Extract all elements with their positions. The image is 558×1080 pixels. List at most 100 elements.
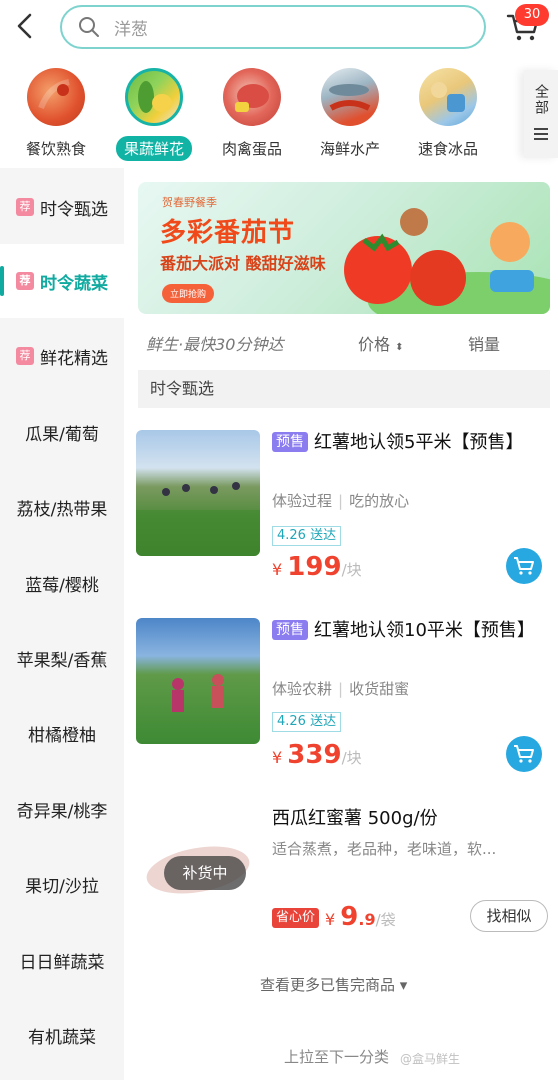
view-more-sold-out-link[interactable]: 查看更多已售完商品 ▾: [260, 974, 407, 995]
add-to-cart-button[interactable]: [506, 736, 542, 772]
find-similar-button[interactable]: 找相似: [470, 900, 548, 932]
product-price: ¥ 339/块: [272, 740, 362, 770]
category-label: 餐饮熟食: [25, 140, 86, 158]
sidebar-item[interactable]: 荐鲜花精选: [0, 319, 124, 393]
price-value: 199: [287, 552, 342, 582]
product-image: 补货中: [136, 806, 260, 932]
sidebar-item[interactable]: 苹果梨/香蕉: [0, 621, 124, 695]
price-value: 9: [340, 902, 359, 932]
sidebar-item-active[interactable]: 荐时令蔬菜: [0, 244, 124, 318]
banner-small-text: 贺春野餐季: [162, 196, 217, 209]
price-unit: /块: [341, 561, 362, 579]
sidebar-item[interactable]: 瓜果/葡萄: [0, 395, 124, 469]
cart-icon: [514, 745, 534, 763]
product-price: ¥ 199/块: [272, 552, 362, 582]
sale-tag: 省心价: [272, 908, 320, 928]
delivery-tag: 4.26 送达: [272, 526, 342, 546]
all-categories-label: 全部: [533, 84, 549, 116]
section-header: 时令甄选: [138, 370, 550, 408]
cart-icon: [514, 557, 534, 575]
sidebar-item[interactable]: 柑橘橙柚: [0, 696, 124, 770]
search-input[interactable]: 洋葱: [60, 5, 486, 49]
promo-banner[interactable]: 贺春野餐季 多彩番茄节 番茄大派对 酸甜好滋味 立即抢购: [138, 182, 550, 314]
category-item[interactable]: 肉禽蛋品: [204, 64, 300, 164]
price-currency: ¥: [272, 560, 283, 579]
sort-sales[interactable]: 销量: [468, 331, 500, 355]
sidebar-item-label: 蓝莓/樱桃: [25, 575, 99, 596]
cart-count-badge: 30: [515, 4, 549, 26]
product-desc-1: 体验过程: [272, 492, 333, 510]
price-unit: /袋: [375, 911, 396, 929]
add-to-cart-button[interactable]: [506, 548, 542, 584]
delivery-filter[interactable]: 鲜生·最快30分钟达: [146, 331, 283, 355]
product-title-text: 红薯地认领5平米【预售】: [314, 432, 524, 453]
category-label: 速食冰品: [417, 140, 478, 158]
category-item[interactable]: 餐饮熟食: [8, 64, 104, 164]
sidebar-item-label: 瓜果/葡萄: [25, 424, 99, 445]
frozen-food-icon: [419, 68, 477, 126]
category-item-active[interactable]: 果蔬鲜花: [106, 64, 202, 164]
product-desc-1: 体验农耕: [272, 680, 333, 698]
recommend-tag: 荐: [16, 347, 34, 365]
product-title: 西瓜红蜜薯 500g/份: [272, 808, 438, 829]
product-card[interactable]: 预售 红薯地认领10平米【预售】 体验农耕 | 收货甜蜜 4.26 送达 ¥ 339/…: [134, 614, 554, 784]
product-image: [136, 430, 260, 556]
sidebar-item[interactable]: 蓝莓/樱桃: [0, 546, 124, 620]
sidebar-item[interactable]: 奇异果/桃李: [0, 772, 124, 846]
price-currency: ¥: [325, 910, 336, 929]
sidebar-item[interactable]: 荐时令甄选: [0, 170, 124, 244]
product-card[interactable]: 预售 红薯地认领5平米【预售】 体验过程 | 吃的放心 4.26 送达 ¥ 199/块: [134, 426, 554, 596]
category-item[interactable]: 速食冰品: [400, 64, 496, 164]
product-image: [136, 618, 260, 744]
sidebar-item[interactable]: 日日鲜蔬菜: [0, 923, 124, 997]
delivery-tag: 4.26 送达: [272, 712, 342, 732]
vegetables-icon: [125, 68, 183, 126]
sort-price-label: 价格: [358, 335, 391, 354]
product-card[interactable]: 补货中 西瓜红蜜薯 500g/份 适合蒸煮，老品种，老味道，软... 省心价 ¥ …: [134, 806, 554, 946]
back-arrow-icon[interactable]: [12, 12, 40, 40]
sort-bar: 鲜生·最快30分钟达 价格 ⬍ 销量: [138, 324, 550, 362]
category-item[interactable]: 海鲜水产: [302, 64, 398, 164]
sort-arrows-icon: ⬍: [395, 342, 404, 353]
sidebar-item-label: 时令甄选: [40, 199, 108, 220]
sidebar-item-label: 鲜花精选: [40, 348, 108, 369]
sidebar-item-label: 时令蔬菜: [40, 273, 108, 294]
restock-badge: 补货中: [164, 856, 246, 890]
product-desc-2: 吃的放心: [349, 492, 410, 510]
product-price: 省心价 ¥ 9.9/袋: [272, 902, 396, 932]
sidebar-item-label: 荔枝/热带果: [16, 499, 108, 520]
category-row: 餐饮熟食 果蔬鲜花 肉禽蛋品 海鲜水产 速食冰品: [0, 58, 558, 166]
all-categories-button[interactable]: 全部: [524, 70, 558, 158]
watermark: @盒马鲜生: [400, 1052, 461, 1066]
sidebar-item-label: 苹果梨/香蕉: [16, 650, 108, 671]
banner-title: 多彩番茄节: [160, 218, 296, 248]
sidebar-item[interactable]: 荔枝/热带果: [0, 470, 124, 544]
search-placeholder: 洋葱: [114, 19, 148, 40]
sort-price[interactable]: 价格 ⬍: [358, 331, 404, 355]
product-desc: 体验农耕 | 收货甜蜜: [272, 680, 410, 698]
sidebar-item-label: 日日鲜蔬菜: [19, 952, 105, 973]
product-title: 预售 红薯地认领5平米【预售】: [272, 430, 544, 455]
sidebar-item-label: 奇异果/桃李: [16, 801, 108, 822]
banner-subtitle: 番茄大派对 酸甜好滋味: [160, 254, 326, 273]
crayfish-icon: [27, 68, 85, 126]
seafood-icon: [321, 68, 379, 126]
category-label: 果蔬鲜花: [115, 136, 192, 161]
category-label: 海鲜水产: [319, 140, 380, 158]
sidebar-item-label: 有机蔬菜: [28, 1027, 96, 1048]
sidebar: 荐时令甄选 荐时令蔬菜 荐鲜花精选 瓜果/葡萄 荔枝/热带果 蓝莓/樱桃 苹果梨…: [0, 168, 124, 1080]
product-desc-2: 收货甜蜜: [349, 680, 410, 698]
sidebar-item[interactable]: 有机蔬菜: [0, 998, 124, 1072]
price-decimal: .9: [358, 910, 376, 929]
price-currency: ¥: [272, 748, 283, 767]
price-value: 339: [287, 740, 342, 770]
presale-tag: 预售: [272, 620, 308, 640]
sidebar-item[interactable]: 果切/沙拉: [0, 847, 124, 921]
sidebar-item-label: 柑橘橙柚: [28, 725, 96, 746]
recommend-tag: 荐: [16, 272, 34, 290]
product-desc: 适合蒸煮，老品种，老味道，软...: [272, 840, 497, 858]
banner-cta-button[interactable]: 立即抢购: [162, 284, 215, 303]
product-title-text: 红薯地认领10平米【预售】: [314, 620, 535, 641]
sidebar-item-label: 果切/沙拉: [25, 876, 99, 897]
top-bar: 洋葱 30: [0, 0, 558, 56]
